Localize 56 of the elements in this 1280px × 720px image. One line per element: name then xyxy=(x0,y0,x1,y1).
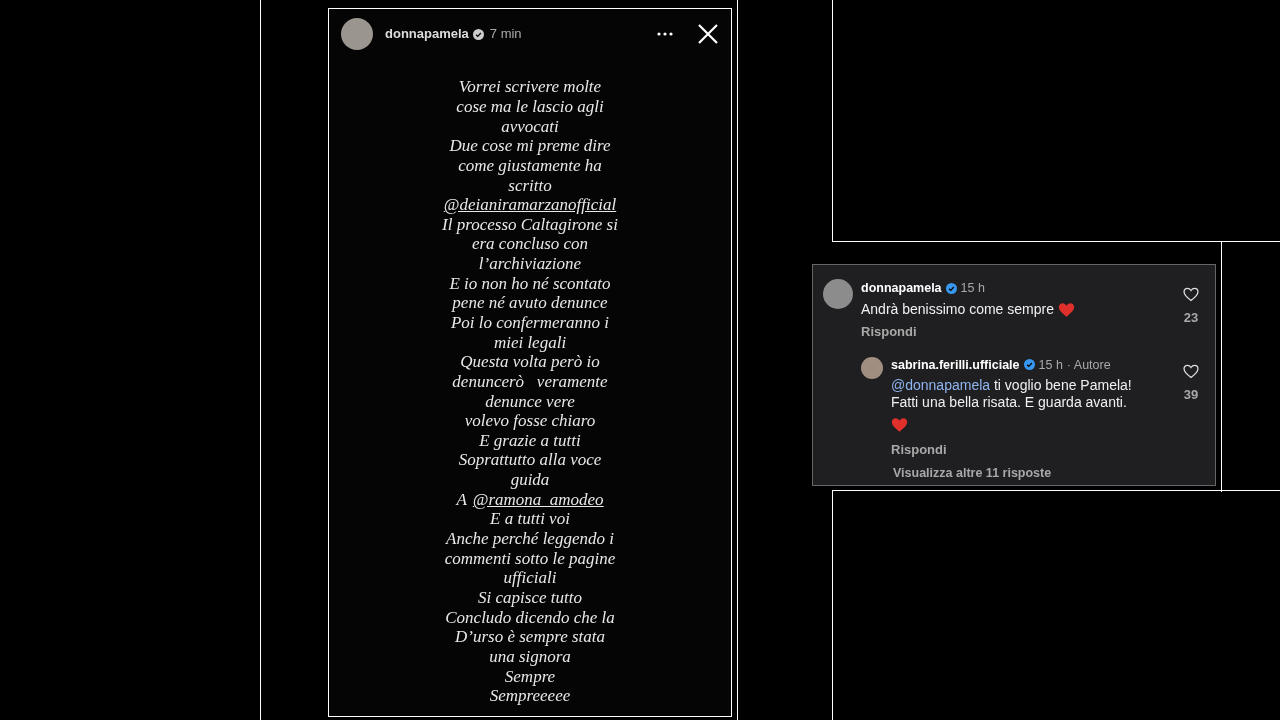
mention-link[interactable]: @ramona_amodeo xyxy=(472,489,604,509)
timestamp: 15 h xyxy=(1038,356,1063,374)
story-text-line: Vorrei scrivere molte xyxy=(458,77,602,97)
like-icon[interactable] xyxy=(1183,363,1199,379)
story-text-line: pene né avuto denunce xyxy=(452,293,608,313)
story-text-line: Due cose mi preme dire xyxy=(449,136,611,156)
story-text-line: cose ma le lascio agli xyxy=(456,96,604,116)
view-replies-link[interactable]: Visualizza altre 11 risposte xyxy=(893,463,1052,483)
username[interactable]: sabrina.ferilli.ufficiale xyxy=(891,355,1020,375)
story-text-line: Poi lo confermeranno i xyxy=(450,313,610,332)
author-label: · Autore xyxy=(1066,356,1111,374)
story-text-line: commenti sotto le pagine xyxy=(444,548,616,568)
mention-link[interactable]: @deianiramarzanofficial xyxy=(443,195,617,215)
story-text-line: E a tutti voi xyxy=(490,509,570,529)
comment-text: Andrà benissimo come sempre xyxy=(861,300,1131,319)
story-text-line: E grazie a tutti xyxy=(479,430,581,450)
avatar[interactable] xyxy=(861,356,883,379)
avatar[interactable] xyxy=(823,279,853,309)
story-text-line: volevo fosse chiaro xyxy=(464,411,596,431)
story-text-line: avvocati xyxy=(501,116,559,136)
timestamp: 7 min xyxy=(489,25,522,44)
story-text-line: E io non ho né scontato xyxy=(449,273,611,293)
heart-emoji-icon xyxy=(891,417,908,434)
story-text-line: denunce vere xyxy=(485,391,575,411)
username[interactable]: donnapamela xyxy=(385,24,469,44)
story-text-line: Il processo Caltagirone si xyxy=(442,214,618,234)
username[interactable]: donnapamela xyxy=(861,279,942,298)
story-text-line: l’archiviazione xyxy=(478,254,582,274)
story-text-line: Anche perché leggendo i xyxy=(446,529,614,549)
reply-link[interactable]: Rispondi xyxy=(891,440,947,460)
story-text-line: miei legali xyxy=(493,332,567,352)
story-text-line: una signora xyxy=(489,646,571,666)
timestamp: 15 h xyxy=(960,280,985,297)
story-text-line: come giustamente ha xyxy=(458,155,602,175)
story-text-line: guida xyxy=(510,470,550,490)
story-text-line: Si capisce tutto xyxy=(478,587,582,607)
close-icon[interactable] xyxy=(697,23,719,45)
story-text-line: A xyxy=(456,489,467,509)
story-text-line: D’urso è sempre stata xyxy=(455,627,605,647)
comment-text: @donnapamela ti voglio bene Pamela! Fatti una bella risata. E guarda avanti. xyxy=(891,377,1133,412)
story-text-line: scritto xyxy=(508,175,552,195)
story-text-line: Soprattutto alla voce xyxy=(458,450,602,470)
story-text-line: Concludo dicendo che la xyxy=(445,607,615,627)
heart-emoji-icon xyxy=(1057,302,1075,319)
story-text-line: Sempreeeee xyxy=(489,686,571,706)
story-text-line: Sempre xyxy=(504,666,556,686)
mention-link[interactable]: @donnapamela xyxy=(891,377,991,394)
like-count: 23 xyxy=(1183,309,1199,327)
story-text-line: ufficiali xyxy=(503,568,557,588)
reply-link[interactable]: Rispondi xyxy=(861,322,917,342)
like-icon[interactable] xyxy=(1183,287,1199,302)
story-text-line: denuncerò veramente xyxy=(452,371,608,391)
story-text-line: Questa volta però io xyxy=(460,352,600,372)
story-text-line: era concluso con xyxy=(471,234,589,254)
like-count: 39 xyxy=(1183,385,1199,404)
avatar[interactable] xyxy=(341,18,373,50)
